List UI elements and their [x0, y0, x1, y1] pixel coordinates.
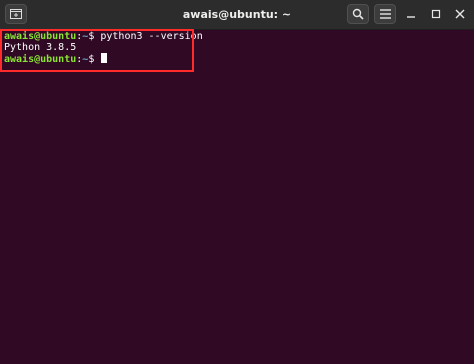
- search-button[interactable]: [347, 4, 369, 24]
- terminal-line-command: awais@ubuntu:~$ python3 --version: [4, 31, 203, 42]
- maximize-button[interactable]: [428, 6, 444, 22]
- output-text: Python 3.8.5: [4, 42, 77, 53]
- prompt-symbol: $: [88, 31, 101, 42]
- prompt-user-host: awais@ubuntu: [4, 54, 77, 65]
- terminal-line-output: Python 3.8.5: [4, 42, 76, 53]
- title-bar[interactable]: awais@ubuntu: ~: [0, 0, 474, 30]
- terminal-line-prompt: awais@ubuntu:~$: [4, 53, 108, 65]
- prompt-symbol: $: [88, 54, 101, 65]
- terminal-window: awais@ubuntu: ~ awais@ubuntu:~$ python3 …: [0, 0, 474, 364]
- minimize-button[interactable]: [403, 6, 419, 22]
- command-text: python3 --version: [100, 31, 203, 42]
- menu-button[interactable]: [374, 4, 396, 24]
- close-button[interactable]: [452, 6, 468, 22]
- new-tab-button[interactable]: [5, 4, 27, 24]
- terminal-output[interactable]: awais@ubuntu:~$ python3 --version Python…: [0, 30, 474, 364]
- text-cursor: [101, 53, 108, 63]
- prompt-user-host: awais@ubuntu: [4, 31, 77, 42]
